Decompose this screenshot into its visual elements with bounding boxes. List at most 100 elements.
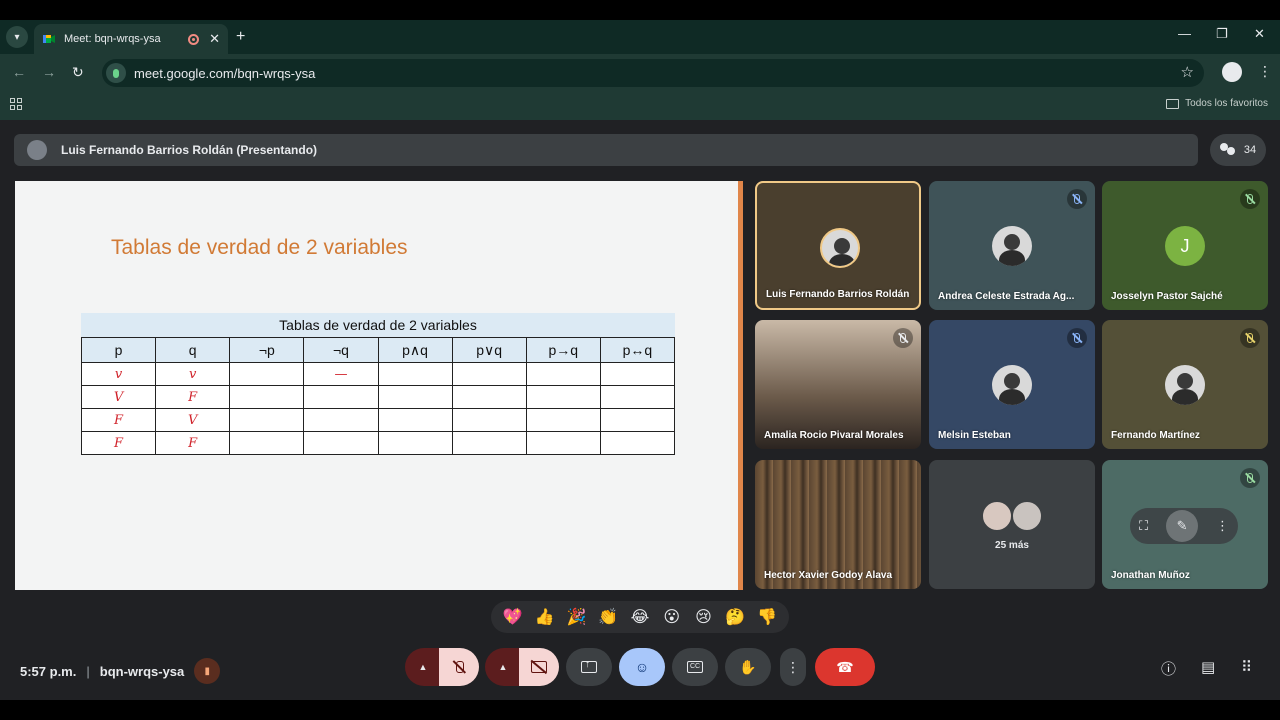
muted-mic-icon [1240,189,1260,209]
table-cell [451,408,527,432]
profile-avatar[interactable] [1222,62,1242,82]
participant-tile[interactable]: ⛶ ✎ ⋮ Jonathan Muñoz [1102,460,1268,589]
table-cell [525,385,601,409]
table-cell [303,431,379,455]
minimize-button[interactable]: — [1178,26,1191,41]
tab-search-button[interactable]: ▾ [6,26,28,48]
table-cell [451,431,527,455]
participant-name: Josselyn Pastor Sajché [1111,291,1223,302]
table-cell [451,385,527,409]
meeting-code: bqn-wrqs-ysa [99,663,185,679]
camera-off-icon [531,661,547,673]
tile-more-icon[interactable]: ⋮ [1216,518,1229,534]
participants-button[interactable]: 34 [1210,134,1266,166]
leave-call-button[interactable]: ☎ [815,648,875,686]
table-cell: F [155,385,231,409]
table-cell: F [155,431,231,455]
tab-title: Meet: bqn-wrqs-ysa [64,33,161,45]
address-bar[interactable]: meet.google.com/bqn-wrqs-ysa ☆ [102,59,1204,87]
reaction-sad-icon[interactable]: 😢 [690,607,716,627]
mic-off-icon [452,660,466,674]
browser-tab-meet[interactable]: Meet: bqn-wrqs-ysa ✕ [34,24,228,54]
restore-button[interactable]: ❐ [1216,26,1228,42]
reaction-clap-icon[interactable]: 👏 [595,607,621,627]
meeting-time: 5:57 p.m. [20,663,77,679]
video-options-button[interactable]: ▲ [485,648,521,686]
table-cell [599,431,676,455]
tab-close-icon[interactable]: ✕ [209,31,220,47]
microphone-toggle-button[interactable] [439,648,479,686]
more-participants-avatars [981,500,1045,532]
header-cell: p↔q [599,337,676,363]
participant-avatar [820,228,860,268]
reload-button[interactable]: ↻ [72,64,84,81]
header-cell: p∨q [451,337,527,363]
header-cell: p [80,337,157,363]
muted-mic-icon [1240,328,1260,348]
bookmarks-bar: Todos los favoritos [0,92,1280,120]
participant-name: Fernando Martínez [1111,430,1200,441]
reaction-thinking-icon[interactable]: 🤔 [722,607,748,627]
participant-count: 34 [1243,144,1257,156]
forward-button[interactable]: → [42,64,56,80]
table-cell [229,408,305,432]
reaction-thumbs-up-icon[interactable]: 👍 [532,607,558,627]
window-close-button[interactable]: ✕ [1254,26,1265,42]
muted-mic-icon [893,328,913,348]
participant-tile[interactable]: J Josselyn Pastor Sajché [1102,181,1268,310]
slide-title: Tablas de verdad de 2 variables [111,236,408,259]
participant-name: Andrea Celeste Estrada Ag... [938,291,1075,302]
audio-options-button[interactable]: ▲ [405,648,441,686]
activities-button[interactable]: ⠿ [1241,658,1252,676]
camera-toggle-button[interactable] [519,648,559,686]
present-screen-icon [581,659,597,673]
bookmark-star-icon[interactable]: ☆ [1181,63,1194,81]
chat-button[interactable]: ▤ [1201,658,1215,676]
more-participants-tile[interactable]: 25 más [929,460,1095,589]
emoji-icon: ☺ [634,659,650,675]
back-button[interactable]: ← [12,64,26,80]
participant-tile-video[interactable]: Hector Xavier Godoy Alava [755,460,921,589]
reaction-laugh-icon[interactable]: 😂 [627,607,653,627]
participant-tile-active-speaker[interactable]: Luis Fernando Barrios Roldán [755,181,921,310]
hang-up-icon: ☎ [836,658,854,675]
chevron-up-icon: ▲ [498,662,508,672]
table-row: F V [80,408,676,432]
table-cell: F [80,408,157,432]
host-controls-icon[interactable]: ▮ [194,658,221,684]
chevron-up-icon: ▲ [418,662,428,672]
mic-in-use-icon[interactable] [106,63,126,83]
reactions-button[interactable]: ☺ [619,648,665,686]
raise-hand-button[interactable]: ✋ [725,648,771,686]
reaction-surprised-icon[interactable]: 😮 [659,607,685,627]
participant-tile[interactable]: Melsin Esteban [929,320,1095,449]
pin-icon[interactable]: ✎ [1166,510,1199,542]
apps-grid-icon[interactable] [10,98,22,110]
reaction-heart-icon[interactable]: 💖 [500,607,526,627]
reaction-thumbs-down-icon[interactable]: 👎 [754,607,780,627]
new-tab-button[interactable]: + [236,28,245,46]
table-row: V F [80,385,676,409]
table-cell [525,362,601,386]
participant-tile[interactable]: Fernando Martínez [1102,320,1268,449]
header-cell: ¬q [303,337,379,363]
tile-hover-controls: ⛶ ✎ ⋮ [1130,508,1238,544]
participant-tile-video[interactable]: Amalia Rocio Pivaral Morales [755,320,921,449]
more-options-button[interactable]: ⋮ [780,648,806,686]
truth-table-caption: Tablas de verdad de 2 variables [81,313,675,337]
muted-mic-icon [1067,328,1087,348]
reaction-party-icon[interactable]: 🎉 [563,607,589,627]
header-cell: q [155,337,231,363]
present-now-button[interactable] [566,648,612,686]
meeting-details-button[interactable]: ⓘ [1161,658,1176,679]
tab-strip: ▾ Meet: bqn-wrqs-ysa ✕ + — ❐ ✕ [0,20,1280,54]
frame-icon[interactable]: ⛶ [1139,518,1148,534]
header-cell: ¬p [229,337,305,363]
meet-stage: Luis Fernando Barrios Roldán (Presentand… [0,120,1280,700]
captions-button[interactable]: CC [672,648,718,686]
all-bookmarks-folder[interactable]: Todos los favoritos [1166,98,1268,109]
table-cell: v [155,362,231,386]
browser-menu-icon[interactable]: ⋮ [1258,63,1272,80]
participant-tile[interactable]: Andrea Celeste Estrada Ag... [929,181,1095,310]
table-cell [377,408,453,432]
